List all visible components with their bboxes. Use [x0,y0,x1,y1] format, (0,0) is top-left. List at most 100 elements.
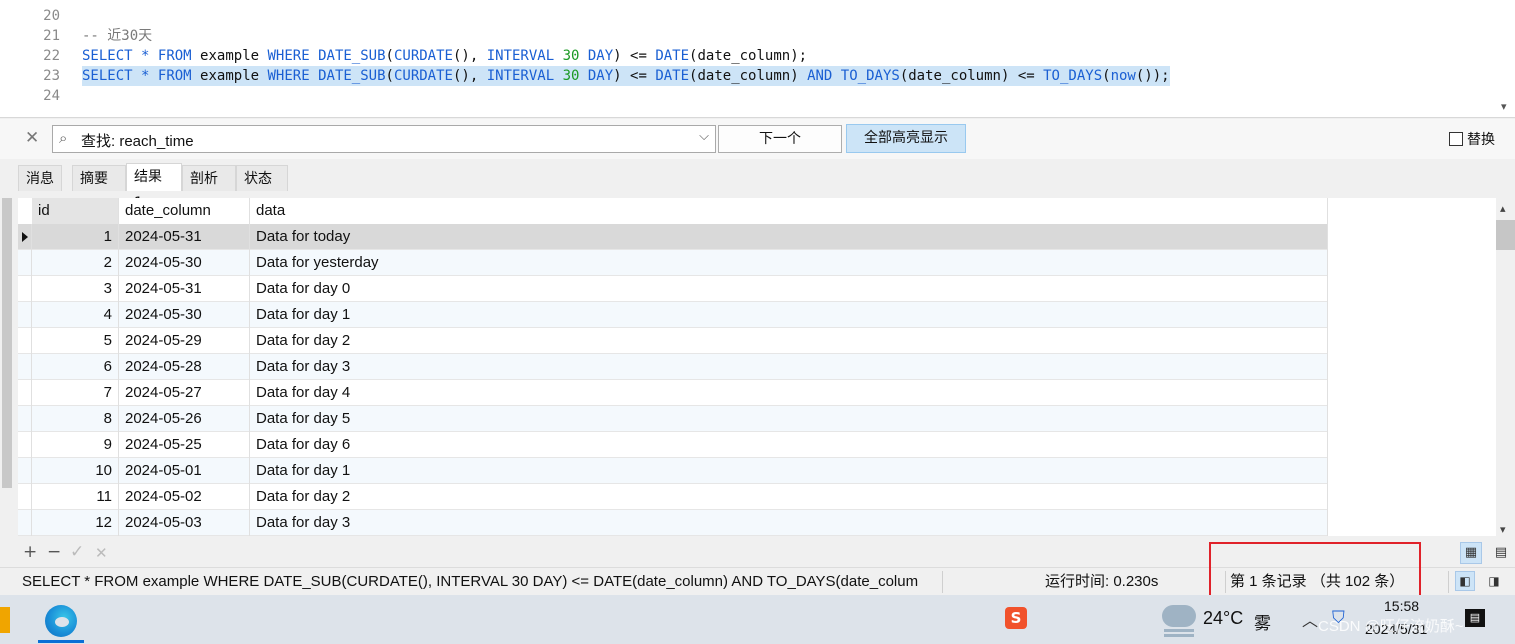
cell-id[interactable]: 6 [32,354,119,380]
table-row[interactable]: 12 2024-05-03 Data for day 3 [18,510,1328,536]
cell-id[interactable]: 5 [32,328,119,354]
cell-data[interactable]: Data for yesterday [250,250,1328,276]
cell-id[interactable]: 1 [32,224,119,250]
tab-messages[interactable]: 消息 [18,165,62,191]
scroll-thumb[interactable] [2,198,12,488]
add-record-button[interactable]: + [23,542,37,562]
column-header-id[interactable]: id [32,198,119,224]
row-selector[interactable] [18,432,32,458]
find-next-button[interactable]: 下一个 [718,125,842,153]
apply-changes-button[interactable]: ✓ [70,542,84,562]
cell-date-column[interactable]: 2024-05-03 [119,510,250,536]
row-selector[interactable] [18,328,32,354]
table-row[interactable]: 4 2024-05-30 Data for day 1 [18,302,1328,328]
cell-date-column[interactable]: 2024-05-31 [119,276,250,302]
cell-data[interactable]: Data for day 2 [250,328,1328,354]
row-selector[interactable] [18,354,32,380]
table-row[interactable]: 11 2024-05-02 Data for day 2 [18,484,1328,510]
grid-vertical-scrollbar[interactable]: ▴ ▾ [1496,198,1515,538]
cell-date-column[interactable]: 2024-05-01 [119,458,250,484]
tab-profile[interactable]: 剖析 [182,165,236,191]
sql-editor[interactable]: 20 21 22 23 24 -- 近30天 SELECT * FROM exa… [0,0,1515,118]
cell-date-column[interactable]: 2024-05-30 [119,250,250,276]
cell-date-column[interactable]: 2024-05-25 [119,432,250,458]
cell-date-column[interactable]: 2024-05-27 [119,380,250,406]
grid-left-scrollbar[interactable] [0,198,14,536]
cell-date-column[interactable]: 2024-05-26 [119,406,250,432]
cell-data[interactable]: Data for day 4 [250,380,1328,406]
chevron-up-icon[interactable]: ︿ [1302,607,1318,631]
table-row[interactable]: 2 2024-05-30 Data for yesterday [18,250,1328,276]
table-row[interactable]: 9 2024-05-25 Data for day 6 [18,432,1328,458]
cell-id[interactable]: 3 [32,276,119,302]
cell-id[interactable]: 12 [32,510,119,536]
cell-data[interactable]: Data for day 2 [250,484,1328,510]
weather-condition[interactable]: 雾 [1254,609,1271,634]
cell-date-column[interactable]: 2024-05-29 [119,328,250,354]
cell-date-column[interactable]: 2024-05-30 [119,302,250,328]
clock-time[interactable]: 15:58 [1384,598,1419,614]
cell-data[interactable]: Data for today [250,224,1328,250]
table-row[interactable]: 6 2024-05-28 Data for day 3 [18,354,1328,380]
cell-date-column[interactable]: 2024-05-02 [119,484,250,510]
delete-record-button[interactable]: − [47,542,61,562]
scroll-thumb[interactable] [1496,220,1515,250]
row-selector[interactable] [18,224,32,250]
cell-data[interactable]: Data for day 0 [250,276,1328,302]
row-selector[interactable] [18,380,32,406]
editor-scrollbar[interactable]: ▾ [1497,0,1515,117]
cell-id[interactable]: 11 [32,484,119,510]
tab-summary[interactable]: 摘要 [72,165,126,191]
cell-id[interactable]: 10 [32,458,119,484]
row-selector[interactable] [18,458,32,484]
row-selector[interactable] [18,484,32,510]
table-row[interactable]: 1 2024-05-31 Data for today [18,224,1328,250]
find-input[interactable]: ⌕ 查找: reach_time ⌵ [52,125,716,153]
form-view-icon[interactable]: ▤ [1490,542,1512,564]
notification-icon[interactable]: ▤ [1465,609,1485,627]
scroll-down-icon[interactable]: ▾ [1501,100,1511,113]
result-grid[interactable]: id date_column data 1 2024-05-31 Data for … [18,198,1496,536]
scroll-down-icon[interactable]: ▾ [1500,523,1506,536]
code-area[interactable]: -- 近30天 SELECT * FROM example WHERE DATE… [82,0,1482,117]
table-row[interactable]: 7 2024-05-27 Data for day 4 [18,380,1328,406]
cell-data[interactable]: Data for day 3 [250,510,1328,536]
row-selector[interactable] [18,510,32,536]
chevron-down-icon[interactable]: ⌵ [699,129,709,144]
cell-id[interactable]: 2 [32,250,119,276]
scroll-up-icon[interactable]: ▴ [1500,202,1506,215]
taskbar-app-icon[interactable] [0,607,10,633]
cell-data[interactable]: Data for day 6 [250,432,1328,458]
grid-view-icon[interactable]: ▦ [1460,542,1482,564]
cell-date-column[interactable]: 2024-05-28 [119,354,250,380]
table-row[interactable]: 3 2024-05-31 Data for day 0 [18,276,1328,302]
cell-id[interactable]: 7 [32,380,119,406]
table-row[interactable]: 10 2024-05-01 Data for day 1 [18,458,1328,484]
replace-toggle[interactable]: 替换 [1449,129,1495,149]
panel-left-icon[interactable]: ◧ [1455,571,1475,591]
row-selector[interactable] [18,250,32,276]
tab-status[interactable]: 状态 [236,165,288,191]
cell-id[interactable]: 4 [32,302,119,328]
sogou-input-icon[interactable]: S [1005,607,1027,629]
tab-result-1[interactable]: 结果 1 [126,163,182,211]
table-row[interactable]: 5 2024-05-29 Data for day 2 [18,328,1328,354]
column-header-data[interactable]: data [250,198,1328,224]
discard-changes-button[interactable]: ✕ [95,544,108,562]
row-selector[interactable] [18,276,32,302]
edge-browser-icon[interactable] [45,605,77,637]
cell-data[interactable]: Data for day 1 [250,458,1328,484]
row-selector[interactable] [18,406,32,432]
column-header-date[interactable]: date_column [119,198,250,224]
replace-checkbox[interactable] [1449,132,1463,146]
cell-id[interactable]: 8 [32,406,119,432]
cell-data[interactable]: Data for day 1 [250,302,1328,328]
table-row[interactable]: 8 2024-05-26 Data for day 5 [18,406,1328,432]
weather-temperature[interactable]: 24°C [1203,608,1243,629]
cell-date-column[interactable]: 2024-05-31 [119,224,250,250]
row-selector[interactable] [18,302,32,328]
cell-data[interactable]: Data for day 5 [250,406,1328,432]
cell-data[interactable]: Data for day 3 [250,354,1328,380]
highlight-all-button[interactable]: 全部高亮显示 [846,124,966,153]
close-icon[interactable]: ✕ [25,128,39,148]
